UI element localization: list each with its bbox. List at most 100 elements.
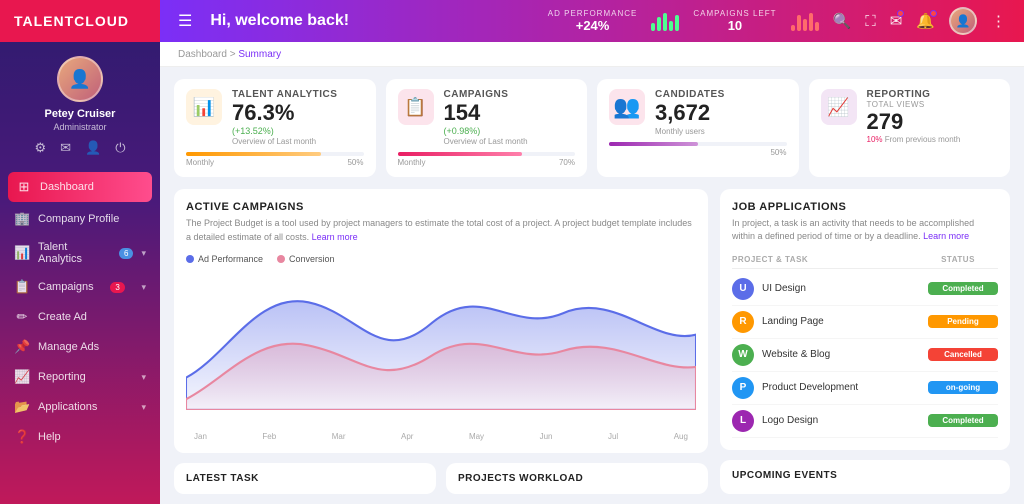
sidebar-item-applications[interactable]: 📂 Applications ▾ — [0, 392, 160, 422]
left-column: ACTIVE CAMPAIGNS The Project Budget is a… — [174, 189, 708, 494]
status-badge-product-dev: on-going — [928, 381, 998, 394]
stat-title-candidates: CANDIDATES — [655, 89, 725, 100]
notif-badge — [930, 10, 937, 17]
talent-badge: 6 — [119, 248, 133, 259]
stat-value-candidates: 3,672 — [655, 100, 725, 126]
sidebar-item-label: Talent Analytics — [38, 241, 111, 265]
stat-icon-analytics: 📊 — [186, 89, 222, 125]
settings-icon[interactable]: ⚙ — [34, 140, 46, 156]
sidebar: TALENTCLOUD 👤 Petey Cruiser Administrato… — [0, 0, 160, 504]
profile-icon[interactable]: 👤 — [85, 140, 101, 156]
job-row-website-blog[interactable]: W Website & Blog Cancelled — [732, 339, 998, 372]
upcoming-events-title: UPCOMING EVENTS — [732, 470, 998, 481]
company-icon: 🏢 — [14, 211, 30, 227]
job-row-ui-design[interactable]: U UI Design Completed — [732, 273, 998, 306]
upcoming-events-card: UPCOMING EVENTS — [720, 460, 1010, 495]
job-row-landing-page[interactable]: R Landing Page Pending — [732, 306, 998, 339]
sidebar-item-campaigns[interactable]: 📋 Campaigns 3 ▾ — [0, 272, 160, 302]
bar — [803, 19, 807, 31]
col-project-task: PROJECT & TASK — [732, 255, 918, 264]
job-row-product-dev[interactable]: P Product Development on-going — [732, 372, 998, 405]
legend-ad-performance: Ad Performance — [186, 254, 263, 264]
job-row-icon-w: W — [732, 344, 754, 366]
chevron-icon: ▾ — [141, 282, 146, 293]
job-applications-desc: In project, a task is an activity that n… — [732, 217, 998, 242]
stat-card-candidates: 👥 CANDIDATES 3,672 Monthly users 50% — [597, 79, 799, 177]
navigation: ⊞ Dashboard 🏢 Company Profile 📊 Talent A… — [0, 166, 160, 504]
area-chart — [186, 270, 696, 410]
bar — [669, 21, 673, 31]
stat-icon-candidates: 👥 — [609, 89, 645, 125]
analytics-icon: 📊 — [14, 245, 30, 261]
legend-label-conversion: Conversion — [289, 254, 335, 264]
bar — [815, 22, 819, 31]
content-area: 📊 TALENT ANALYTICS 76.3% (+13.52%) Overv… — [160, 67, 1024, 504]
job-row-icon-l: L — [732, 410, 754, 432]
topbar-greeting: Hi, welcome back! — [200, 12, 539, 30]
bar — [809, 13, 813, 31]
sidebar-item-manage-ads[interactable]: 📌 Manage Ads — [0, 332, 160, 362]
legend-conversion: Conversion — [277, 254, 335, 264]
status-badge-logo-design: Completed — [928, 414, 998, 427]
campaigns-chart — [791, 11, 819, 31]
create-ad-icon: ✏ — [14, 309, 30, 325]
menu-icon[interactable]: ☰ — [178, 11, 192, 31]
notification-icon[interactable]: 🔔 — [916, 12, 935, 30]
applications-icon: 📂 — [14, 399, 30, 415]
campaigns-left-label: CAMPAIGNS LEFT — [693, 9, 776, 18]
bar — [657, 17, 661, 31]
sidebar-item-help[interactable]: ❓ Help — [0, 422, 160, 452]
stat-value-campaigns: 154 — [444, 100, 528, 126]
status-badge-landing-page: Pending — [928, 315, 998, 328]
search-icon[interactable]: 🔍 — [833, 12, 852, 30]
campaigns-icon: 📋 — [14, 279, 30, 295]
user-role: Administrator — [53, 122, 106, 132]
active-campaigns-card: ACTIVE CAMPAIGNS The Project Budget is a… — [174, 189, 708, 453]
stat-card-reporting: 📈 REPORTING TOTAL VIEWS 279 10% From pre… — [809, 79, 1011, 177]
sidebar-item-label: Create Ad — [38, 311, 87, 323]
mail-icon[interactable]: ✉ — [890, 12, 903, 30]
projects-workload-title: PROJECTS WORKLOAD — [458, 473, 696, 484]
user-profile-section: 👤 Petey Cruiser Administrator ⚙ ✉ 👤 ⏻ — [0, 42, 160, 166]
sidebar-item-create-ad[interactable]: ✏ Create Ad — [0, 302, 160, 332]
ad-performance-value: +24% — [576, 18, 610, 33]
mail-badge — [897, 10, 904, 17]
sidebar-item-talent-analytics[interactable]: 📊 Talent Analytics 6 ▾ — [0, 234, 160, 272]
ad-performance-chart — [651, 11, 679, 31]
more-options-icon[interactable]: ⋮ — [991, 12, 1006, 30]
job-row-name-ui-design: UI Design — [762, 283, 928, 294]
right-column: JOB APPLICATIONS In project, a task is a… — [720, 189, 1010, 494]
bar — [791, 25, 795, 31]
job-row-name-logo-design: Logo Design — [762, 415, 928, 426]
logout-icon[interactable]: ⏻ — [115, 140, 125, 156]
main-content: ☰ Hi, welcome back! AD PERFORMANCE +24% … — [160, 0, 1024, 504]
stat-sub-campaigns: Overview of Last month — [444, 137, 528, 146]
active-campaigns-title: ACTIVE CAMPAIGNS — [186, 201, 696, 213]
job-row-name-landing-page: Landing Page — [762, 316, 928, 327]
sidebar-item-label: Campaigns — [38, 281, 94, 293]
stat-title-campaigns: CAMPAIGNS — [444, 89, 528, 100]
campaigns-left-metric: CAMPAIGNS LEFT 10 — [693, 9, 776, 33]
sidebar-item-reporting[interactable]: 📈 Reporting ▾ — [0, 362, 160, 392]
reporting-icon: 📈 — [14, 369, 30, 385]
manage-ads-icon: 📌 — [14, 339, 30, 355]
sidebar-item-label: Dashboard — [40, 181, 94, 193]
job-row-logo-design[interactable]: L Logo Design Completed — [732, 405, 998, 438]
stat-sub-candidates: Monthly users — [655, 127, 725, 136]
topbar-avatar[interactable]: 👤 — [949, 7, 977, 35]
stat-subtitle-reporting: TOTAL VIEWS — [867, 100, 961, 109]
progress-fill-analytics — [186, 152, 321, 156]
projects-workload-card: PROJECTS WORKLOAD — [446, 463, 708, 494]
active-campaigns-desc: The Project Budget is a tool used by pro… — [186, 217, 696, 244]
fullscreen-icon[interactable]: ⛶ — [865, 13, 876, 30]
learn-more-link[interactable]: Learn more — [312, 232, 358, 242]
stat-cards: 📊 TALENT ANALYTICS 76.3% (+13.52%) Overv… — [174, 79, 1010, 177]
job-learn-more-link[interactable]: Learn more — [923, 231, 969, 241]
stat-title-analytics: TALENT ANALYTICS — [232, 89, 337, 100]
status-badge-ui-design: Completed — [928, 282, 998, 295]
logo: TALENTCLOUD — [0, 0, 160, 42]
message-icon[interactable]: ✉ — [60, 140, 71, 156]
sidebar-item-company-profile[interactable]: 🏢 Company Profile — [0, 204, 160, 234]
sidebar-item-dashboard[interactable]: ⊞ Dashboard — [8, 172, 152, 202]
legend-label-ad-performance: Ad Performance — [198, 254, 263, 264]
